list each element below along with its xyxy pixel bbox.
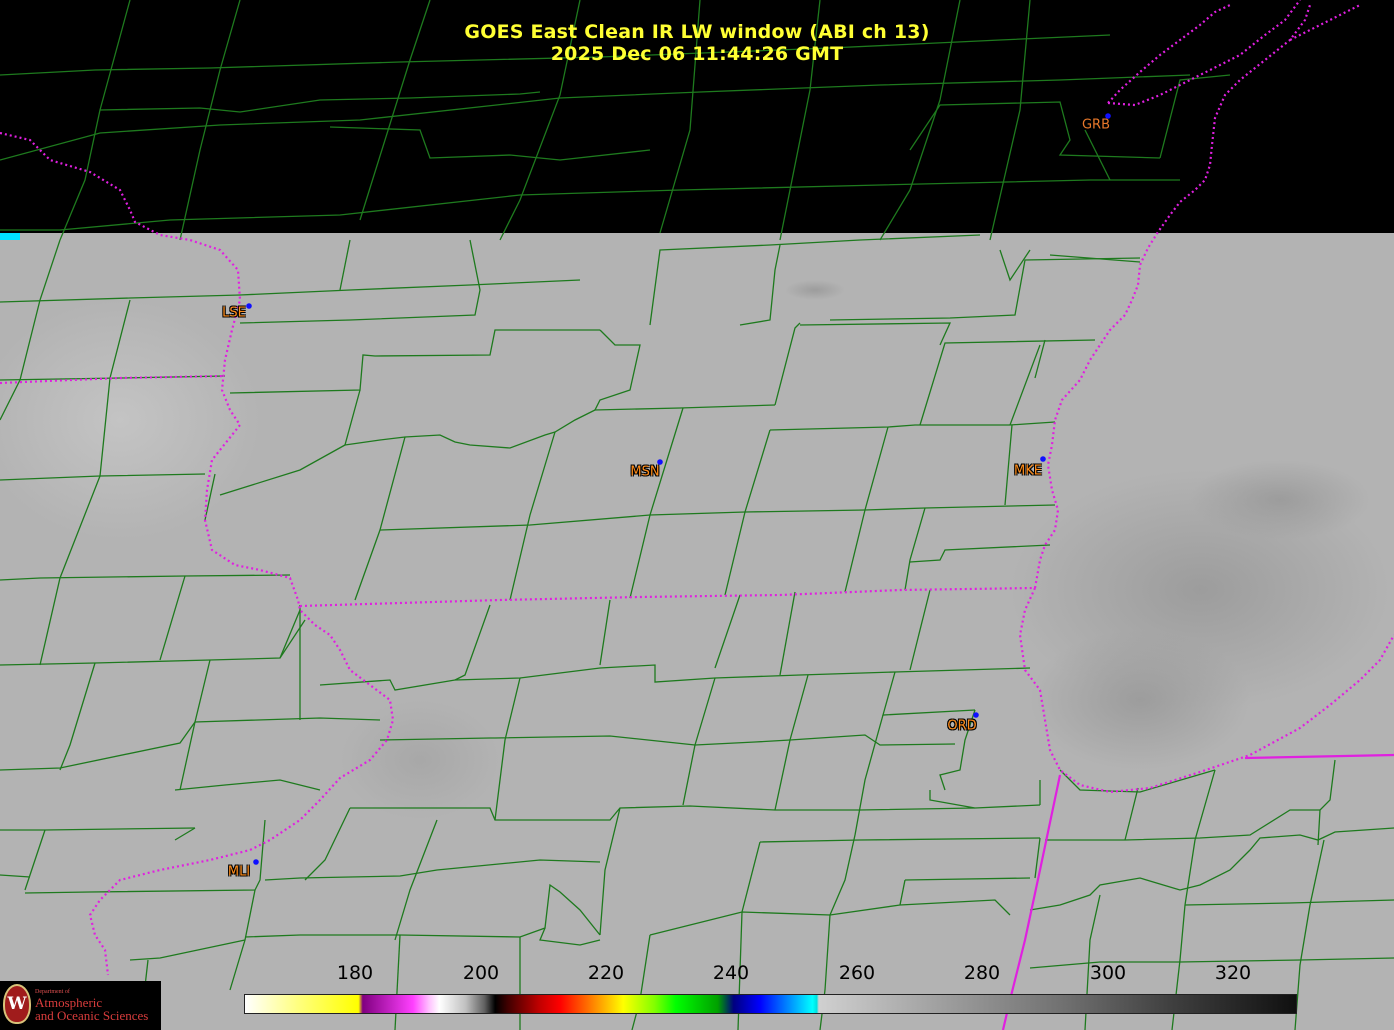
satellite-map <box>0 0 1394 1030</box>
colorbar-tick: 200 <box>462 962 500 984</box>
cyan-pixel-patch <box>0 233 20 240</box>
cloud-feature <box>785 280 845 300</box>
cloud-feature <box>1030 630 1250 770</box>
title-line-2: 2025 Dec 06 11:44:26 GMT <box>550 43 844 65</box>
uw-aos-logo: W Department of Atmospheric and Oceanic … <box>0 981 161 1030</box>
station-dot-ord <box>973 712 979 718</box>
station-label-ord: ORD <box>947 718 977 734</box>
logo-line-2: and Oceanic Sciences <box>35 1008 149 1023</box>
temperature-colorbar <box>244 994 1297 1014</box>
cloud-feature <box>1190 460 1370 540</box>
colorbar-tick: 300 <box>1089 962 1127 984</box>
station-label-msn: MSN <box>630 464 660 480</box>
station-dot-mli <box>253 859 259 865</box>
colorbar-tick: 240 <box>712 962 750 984</box>
station-label-mke: MKE <box>1014 463 1042 479</box>
colorbar-tick: 180 <box>336 962 374 984</box>
cloud-feature <box>340 700 500 820</box>
title-line-1: GOES East Clean IR LW window (ABI ch 13) <box>464 21 930 43</box>
colorbar-tick: 260 <box>838 962 876 984</box>
station-label-mli: MLI <box>227 864 251 880</box>
colorbar-tick: 320 <box>1214 962 1252 984</box>
university-seal-icon: W <box>3 984 31 1024</box>
colorbar-tick: 220 <box>587 962 625 984</box>
station-label-lse: LSE <box>222 305 246 321</box>
station-dot-lse <box>246 303 252 309</box>
station-dot-mke <box>1040 456 1046 462</box>
station-label-grb: GRB <box>1081 117 1111 133</box>
colorbar-tick: 280 <box>963 962 1001 984</box>
